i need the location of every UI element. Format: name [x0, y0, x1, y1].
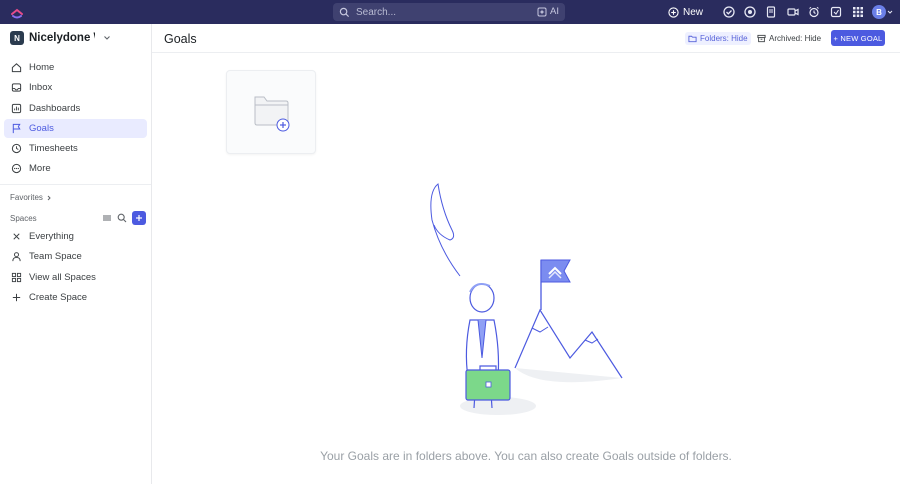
video-icon[interactable]: [787, 6, 799, 18]
avatar-initial: B: [876, 7, 882, 17]
page-header: Goals Folders: Hide Archived: Hide + NEW…: [152, 24, 900, 53]
new-button[interactable]: New: [668, 4, 703, 20]
archive-icon: [757, 34, 766, 43]
spaces-tools: [102, 211, 146, 225]
app-logo-icon[interactable]: [10, 5, 24, 19]
new-label: New: [683, 6, 704, 18]
search-input[interactable]: Search... AI: [333, 3, 565, 21]
empty-state-message: Your Goals are in folders above. You can…: [320, 449, 732, 463]
inbox-icon: [11, 83, 22, 92]
doc-icon[interactable]: [765, 6, 777, 18]
new-goal-button[interactable]: + NEW GOAL: [831, 30, 885, 46]
new-folder-card[interactable]: [226, 70, 316, 154]
sidebar-divider: [0, 184, 151, 185]
nav-item-timesheets[interactable]: Timesheets: [4, 139, 147, 158]
space-item-label: Create Space: [29, 291, 88, 303]
chevron-down-icon: [104, 36, 110, 40]
space-item-team-space[interactable]: Team Space: [4, 247, 147, 266]
everything-icon: [13, 233, 20, 240]
ai-sparkle-icon: [537, 7, 547, 16]
workspace-badge: N: [10, 31, 24, 45]
goals-icon: [12, 123, 21, 133]
space-item-label: View all Spaces: [29, 271, 96, 283]
search-placeholder: Search...: [356, 6, 397, 18]
plus-icon: [12, 293, 21, 302]
timesheets-icon: [11, 144, 22, 154]
add-folder-icon: [254, 96, 290, 132]
ai-button[interactable]: AI: [537, 6, 559, 17]
more-horizontal-icon[interactable]: [102, 213, 112, 223]
sidebar: N Nicelydone Workspace Home Inbox Dashbo…: [0, 24, 152, 484]
nav-item-label: Home: [29, 62, 55, 73]
plus-circle-icon: [668, 6, 679, 18]
spaces-header: Spaces: [10, 214, 37, 223]
more-icon: [11, 164, 22, 174]
folders-toggle-label: Folders: Hide: [700, 34, 748, 43]
workspace-name: Nicelydone Workspace: [29, 32, 95, 44]
nav-item-label: More: [29, 163, 51, 175]
checkbox-icon[interactable]: [723, 6, 735, 18]
chevron-down-icon[interactable]: [887, 9, 893, 15]
search-icon: [339, 7, 350, 17]
space-item-label: Team Space: [29, 251, 82, 263]
user-icon: [12, 252, 21, 262]
nav-item-inbox[interactable]: Inbox: [4, 78, 147, 97]
favorites-header[interactable]: Favorites: [10, 193, 52, 202]
add-space-button[interactable]: [132, 211, 146, 225]
folder-icon: [688, 35, 697, 43]
record-icon[interactable]: [744, 6, 756, 18]
plus-icon: [136, 215, 142, 221]
archived-toggle-label: Archived: Hide: [769, 34, 822, 43]
space-item-everything[interactable]: Everything: [4, 227, 147, 246]
folders-toggle[interactable]: Folders: Hide: [685, 32, 751, 45]
nav-item-goals[interactable]: Goals: [4, 118, 147, 138]
alarm-icon[interactable]: [808, 6, 820, 18]
archived-toggle[interactable]: Archived: Hide: [754, 32, 824, 45]
user-avatar[interactable]: B: [872, 5, 886, 19]
space-item-label: Everything: [29, 231, 74, 242]
nav-item-label: Inbox: [29, 82, 53, 94]
space-item-create[interactable]: Create Space: [4, 288, 147, 307]
top-bar: Search... AI New B: [0, 0, 900, 24]
nav-item-more[interactable]: More: [4, 159, 147, 178]
ai-label: AI: [550, 6, 559, 17]
favorites-label: Favorites: [10, 193, 43, 202]
page-title: Goals: [164, 32, 197, 46]
home-icon: [11, 63, 22, 73]
nav-item-label: Goals: [29, 122, 54, 134]
grid-icon: [11, 272, 22, 282]
nav-item-home[interactable]: Home: [4, 58, 147, 77]
search-icon[interactable]: [117, 213, 127, 223]
chevron-right-icon: [47, 195, 51, 200]
nav-item-label: Timesheets: [29, 143, 78, 155]
nav-item-dashboards[interactable]: Dashboards: [4, 99, 147, 118]
goals-empty-illustration: [430, 183, 623, 415]
notepad-icon[interactable]: [830, 6, 842, 18]
workspace-switcher[interactable]: N Nicelydone Workspace: [10, 31, 111, 45]
nav-item-label: Dashboards: [29, 102, 81, 114]
spaces-list: Everything Team Space View all Spaces Cr…: [4, 227, 147, 308]
dashboards-icon: [11, 103, 22, 113]
space-item-view-all[interactable]: View all Spaces: [4, 268, 147, 287]
apps-grid-icon[interactable]: [852, 6, 864, 18]
main-nav: Home Inbox Dashboards Goals Timesheets M…: [4, 58, 147, 180]
